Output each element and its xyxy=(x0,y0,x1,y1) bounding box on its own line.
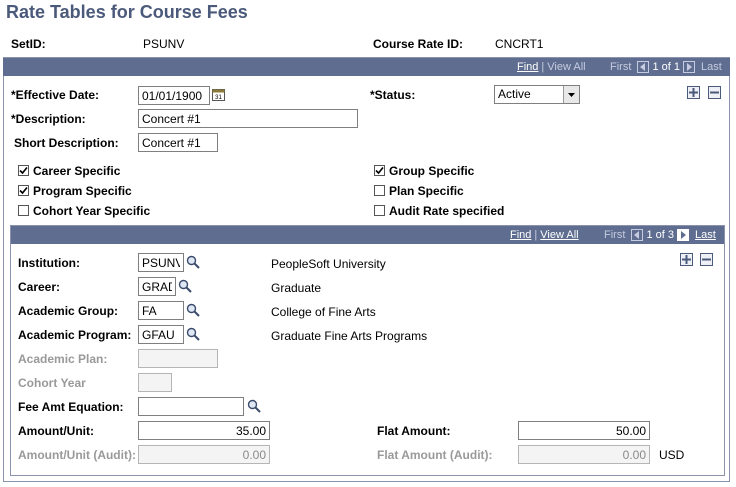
short-description-input[interactable] xyxy=(138,133,218,152)
academic-group-input[interactable] xyxy=(138,301,184,320)
inner-row-count: 1 of 3 xyxy=(646,229,674,241)
institution-lookup-icon[interactable] xyxy=(186,255,200,269)
academic-program-description: Graduate Fine Arts Programs xyxy=(271,329,428,343)
fee-amt-equation-label: Fee Amt Equation: xyxy=(18,400,124,414)
outer-find-link[interactable]: Find xyxy=(517,61,538,73)
fee-amt-equation-input[interactable] xyxy=(138,397,244,416)
page-title: Rate Tables for Course Fees xyxy=(6,2,248,22)
amount-unit-audit-input xyxy=(138,445,270,464)
add-row-button[interactable] xyxy=(687,86,700,99)
flat-amount-audit-input xyxy=(518,445,650,464)
description-input[interactable] xyxy=(138,109,358,128)
outer-next-arrow-icon xyxy=(682,61,695,74)
status-select[interactable]: Active xyxy=(494,85,580,104)
plan-specific-checkbox[interactable] xyxy=(374,185,385,196)
inner-prev-arrow-icon xyxy=(631,229,644,242)
effective-date-label: *Effective Date: xyxy=(11,88,100,102)
effective-date-input[interactable] xyxy=(138,86,210,105)
career-description: Graduate xyxy=(271,281,322,295)
short-description-label: Short Description: xyxy=(14,136,119,150)
cohort-year-input xyxy=(138,373,172,392)
academic-program-label: Academic Program: xyxy=(18,328,132,342)
audit-rate-specified-label: Audit Rate specified xyxy=(389,204,505,218)
group-specific-checkbox[interactable] xyxy=(374,165,385,176)
academic-program-lookup-icon[interactable] xyxy=(186,327,200,341)
delete-row-button[interactable] xyxy=(708,86,721,99)
amount-unit-input[interactable] xyxy=(138,421,270,440)
cohort-year-specific-checkbox[interactable] xyxy=(18,205,29,216)
calendar-icon[interactable]: 31 xyxy=(212,88,225,101)
outer-first-link: First xyxy=(610,61,632,73)
inner-view-all-link[interactable]: View All xyxy=(540,229,578,241)
checkmark-icon xyxy=(19,186,28,195)
inner-find-link[interactable]: Find xyxy=(510,229,531,241)
flat-amount-input[interactable] xyxy=(518,421,650,440)
academic-group-label: Academic Group: xyxy=(18,304,119,318)
cohort-year-specific-label: Cohort Year Specific xyxy=(33,204,151,218)
inner-first-link: First xyxy=(604,229,626,241)
career-specific-label: Career Specific xyxy=(33,164,121,178)
course-rate-id-value: CNCRT1 xyxy=(495,37,544,51)
amount-unit-audit-label: Amount/Unit (Audit): xyxy=(18,448,136,462)
flat-amount-audit-label: Flat Amount (Audit): xyxy=(377,448,493,462)
outer-nav-bar: Find | View All First 1 of 1 Last xyxy=(3,58,730,76)
academic-group-description: College of Fine Arts xyxy=(271,305,376,319)
amount-unit-label: Amount/Unit: xyxy=(18,424,94,438)
fee-amt-equation-lookup-icon[interactable] xyxy=(247,399,261,413)
plan-specific-label: Plan Specific xyxy=(389,184,464,198)
audit-rate-specified-checkbox[interactable] xyxy=(374,205,385,216)
academic-plan-label: Academic Plan: xyxy=(18,352,108,366)
group-specific-label: Group Specific xyxy=(389,164,475,178)
setid-label: SetID: xyxy=(11,37,46,51)
institution-label: Institution: xyxy=(18,256,80,270)
add-detail-row-button[interactable] xyxy=(680,253,693,266)
inner-last-link[interactable]: Last xyxy=(695,229,716,241)
career-specific-checkbox[interactable] xyxy=(18,165,29,176)
setid-value: PSUNV xyxy=(143,37,185,51)
outer-view-all-link: View All xyxy=(547,61,586,73)
inner-next-arrow-icon[interactable] xyxy=(676,229,689,242)
chevron-down-icon xyxy=(563,86,579,103)
career-label: Career: xyxy=(18,280,61,294)
career-lookup-icon[interactable] xyxy=(178,279,192,293)
institution-description: PeopleSoft University xyxy=(271,257,386,271)
checkmark-icon xyxy=(19,166,28,175)
academic-plan-input xyxy=(138,349,218,368)
outer-prev-arrow-icon xyxy=(637,61,650,74)
cohort-year-label: Cohort Year xyxy=(18,376,86,390)
flat-amount-label: Flat Amount: xyxy=(377,424,451,438)
delete-detail-row-button[interactable] xyxy=(700,253,713,266)
inner-nav-bar: Find | View All First 1 of 3 Last xyxy=(11,226,724,244)
course-rate-id-label: Course Rate ID: xyxy=(373,37,464,51)
checkmark-icon xyxy=(375,166,384,175)
outer-last-link: Last xyxy=(701,61,722,73)
status-selected-value: Active xyxy=(498,87,531,101)
description-label: *Description: xyxy=(11,112,86,126)
academic-program-input[interactable] xyxy=(138,325,184,344)
outer-row-count: 1 of 1 xyxy=(652,61,680,73)
career-input[interactable] xyxy=(138,277,176,296)
svg-text:31: 31 xyxy=(215,95,222,101)
currency-code: USD xyxy=(659,448,685,462)
program-specific-label: Program Specific xyxy=(33,184,132,198)
academic-group-lookup-icon[interactable] xyxy=(186,303,200,317)
institution-input[interactable] xyxy=(138,253,184,272)
program-specific-checkbox[interactable] xyxy=(18,185,29,196)
status-label: *Status: xyxy=(370,88,416,102)
